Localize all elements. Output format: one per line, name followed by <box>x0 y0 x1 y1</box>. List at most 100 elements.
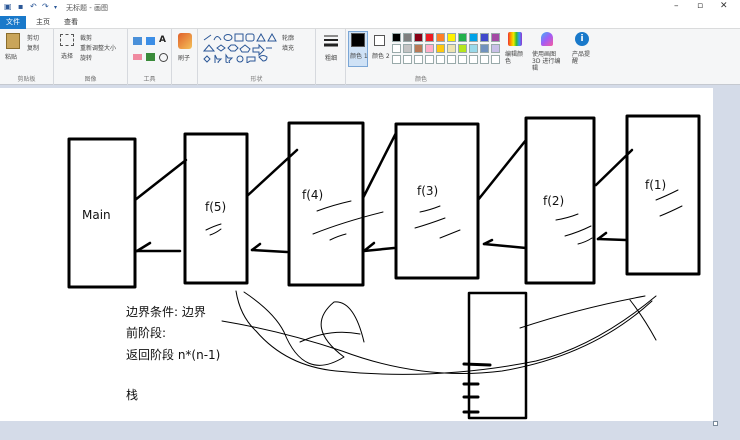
magnifier-icon[interactable] <box>159 53 168 62</box>
palette-swatch[interactable] <box>447 33 456 42</box>
product-alert-button[interactable]: 产品提醒 <box>572 51 592 65</box>
palette-swatch[interactable] <box>480 44 489 53</box>
palette-swatch[interactable] <box>436 44 445 53</box>
color-picker-icon[interactable] <box>146 53 155 61</box>
outline-button[interactable]: 轮廓 <box>282 33 294 42</box>
palette-swatch[interactable] <box>425 33 434 42</box>
palette-swatch[interactable] <box>425 44 434 53</box>
brush-icon[interactable] <box>178 33 192 49</box>
palette-swatch[interactable] <box>447 55 456 64</box>
palette-swatch[interactable] <box>392 44 401 53</box>
frame-scribbles <box>205 189 683 245</box>
palette-swatch[interactable] <box>392 55 401 64</box>
palette-swatch[interactable] <box>458 44 467 53</box>
cut-button[interactable]: 剪切 <box>27 33 39 42</box>
palette-swatch[interactable] <box>447 44 456 53</box>
undo-icon[interactable]: ↶ <box>30 2 37 11</box>
image-group-label: 图像 <box>84 76 97 83</box>
return-arrows <box>135 231 628 254</box>
pencil-icon[interactable] <box>133 37 142 45</box>
palette-swatch[interactable] <box>403 33 412 42</box>
resize-button[interactable]: 重新调整大小 <box>80 43 116 52</box>
paste-icon[interactable] <box>6 33 20 49</box>
palette-swatch[interactable] <box>458 55 467 64</box>
ribbon-tabs: 文件 主页 查看 <box>0 15 740 29</box>
clipboard-group-label: 剪贴板 <box>17 76 36 83</box>
palette-swatch[interactable] <box>480 55 489 64</box>
palette-swatch[interactable] <box>403 44 412 53</box>
tools-group: A 工具 <box>128 29 172 85</box>
color1-button[interactable]: 颜色 1 <box>350 51 368 60</box>
palette-swatch[interactable] <box>414 44 423 53</box>
rotate-button[interactable]: 旋转 <box>80 53 92 62</box>
select-icon[interactable] <box>60 34 74 46</box>
customize-toolbar-chevron-icon[interactable]: ▾ <box>54 4 57 11</box>
brushes-group: 刷子 <box>172 29 198 85</box>
palette-swatch[interactable] <box>436 55 445 64</box>
ribbon: 粘贴 剪切 复制 剪贴板 选择 裁剪 重新调整大小 旋转 图像 A 工具 刷子 <box>0 29 740 85</box>
save-icon[interactable]: ▪ <box>18 2 23 11</box>
shapes-gallery[interactable] <box>202 32 278 68</box>
drawing-canvas[interactable]: Main f(5) f(4) f(3) f(2) f(1) 边界条件: 边界 前… <box>0 88 713 421</box>
palette-swatch[interactable] <box>491 44 500 53</box>
color1-swatch[interactable] <box>351 33 365 47</box>
canvas-resize-handle[interactable] <box>713 421 718 426</box>
paste-button[interactable]: 粘贴 <box>5 52 17 61</box>
fill-bucket-icon[interactable] <box>146 37 155 45</box>
palette-swatch[interactable] <box>425 55 434 64</box>
crop-button[interactable]: 裁剪 <box>80 33 92 42</box>
palette-swatch[interactable] <box>414 55 423 64</box>
palette-swatch[interactable] <box>491 55 500 64</box>
call-links <box>133 131 634 202</box>
shapes-group-label: 形状 <box>250 76 263 83</box>
color2-swatch[interactable] <box>374 35 385 46</box>
info-icon[interactable]: i <box>575 32 589 46</box>
palette-swatch[interactable] <box>414 33 423 42</box>
redo-icon[interactable]: ↷ <box>42 2 49 11</box>
size-lines-icon[interactable] <box>324 33 338 47</box>
tab-file[interactable]: 文件 <box>0 16 26 29</box>
size-button[interactable]: 粗细 <box>325 53 337 62</box>
select-button[interactable]: 选择 <box>61 51 73 60</box>
tab-home[interactable]: 主页 <box>30 16 56 29</box>
note-forward: 前阶段: <box>126 326 167 340</box>
colors-group-label: 颜色 <box>414 76 427 83</box>
palette-swatch[interactable] <box>480 33 489 42</box>
text-icon[interactable]: A <box>159 35 166 45</box>
tab-view[interactable]: 查看 <box>58 16 84 29</box>
frame-label-f3: f(3) <box>417 184 439 198</box>
fill-button[interactable]: 填充 <box>282 43 294 52</box>
clipboard-group: 粘贴 剪切 复制 剪贴板 <box>0 29 54 85</box>
tools-group-label: 工具 <box>143 76 156 83</box>
palette-swatch[interactable] <box>403 55 412 64</box>
maximize-icon[interactable]: ▫ <box>697 1 703 11</box>
minimize-icon[interactable]: – <box>674 1 679 11</box>
size-lines-graphic <box>324 35 338 47</box>
palette-swatch[interactable] <box>458 33 467 42</box>
palette-swatch[interactable] <box>436 33 445 42</box>
eraser-icon[interactable] <box>133 54 142 60</box>
close-icon[interactable]: ✕ <box>720 1 728 11</box>
edit-colors-button[interactable]: 编辑颜色 <box>505 51 527 65</box>
size-group: 粗细 <box>316 29 346 85</box>
palette-swatch[interactable] <box>469 55 478 64</box>
brushes-button[interactable]: 刷子 <box>178 53 190 62</box>
paint3d-button[interactable]: 使用画图 3D 进行编辑 <box>532 51 564 72</box>
paint3d-icon[interactable] <box>541 32 553 46</box>
stack-box <box>467 291 528 420</box>
frame-label-f2: f(2) <box>543 194 565 208</box>
palette-swatch[interactable] <box>469 44 478 53</box>
palette-swatch[interactable] <box>491 33 500 42</box>
edit-colors-icon[interactable] <box>508 32 522 46</box>
note-boundary: 边界条件: 边界 <box>126 305 206 319</box>
canvas-drawing <box>67 114 701 420</box>
frame-box-f1 <box>625 114 701 276</box>
note-return: 返回阶段 n*(n-1) <box>126 348 221 362</box>
palette-swatch[interactable] <box>392 33 401 42</box>
color2-button[interactable]: 颜色 2 <box>372 51 390 60</box>
palette-swatch[interactable] <box>469 33 478 42</box>
image-group: 选择 裁剪 重新调整大小 旋转 图像 <box>54 29 128 85</box>
frame-label-f1: f(1) <box>645 178 667 192</box>
annotation-curves <box>221 290 657 375</box>
copy-button[interactable]: 复制 <box>27 43 39 52</box>
